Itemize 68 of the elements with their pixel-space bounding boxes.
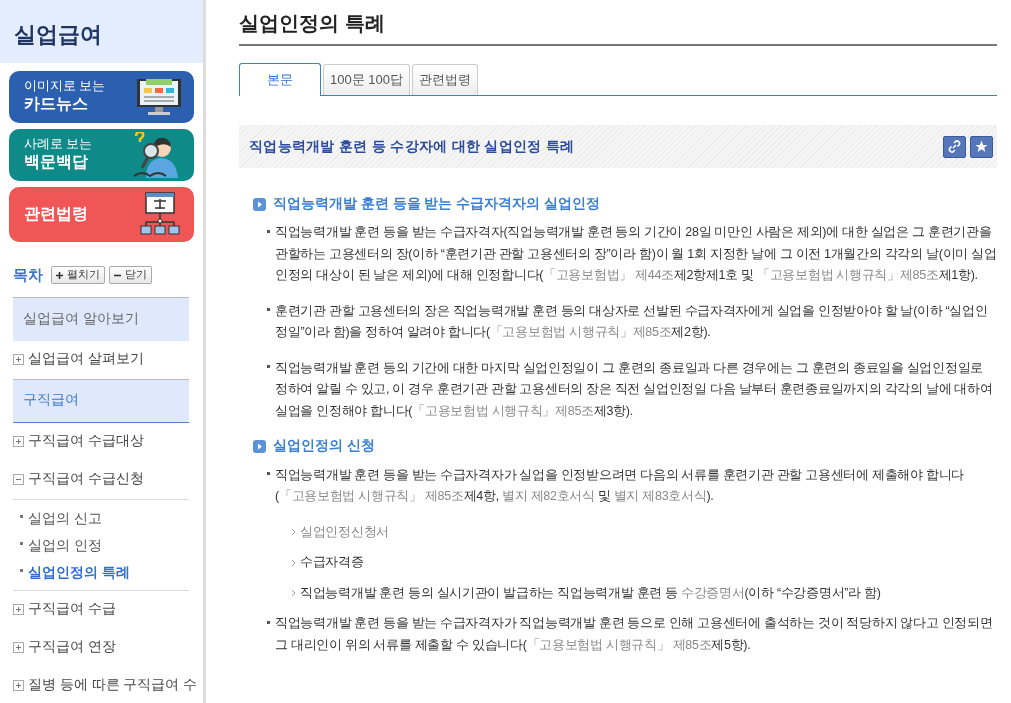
section-title: 직업능력개발 훈련 등 수강자에 대한 실업인정 특례 bbox=[249, 137, 575, 156]
star-icon bbox=[975, 140, 988, 153]
page-title: 실업인정의 특례 bbox=[239, 12, 997, 46]
law-link[interactable]: 별지 제82호서식 bbox=[502, 489, 595, 503]
toc-item[interactable]: 구직급여 수급대상 bbox=[28, 431, 144, 452]
bullet-icon bbox=[267, 308, 270, 312]
expand-icon[interactable] bbox=[13, 680, 24, 691]
law-link[interactable]: 「고용보험법 시행규칙」제85조 bbox=[489, 325, 672, 340]
collapse-all-button[interactable]: 닫기 bbox=[109, 266, 152, 285]
bullet-icon bbox=[267, 229, 270, 233]
law-link[interactable]: 수강증명서 bbox=[681, 585, 745, 600]
bullet-icon bbox=[20, 541, 23, 545]
plus-icon bbox=[56, 271, 63, 279]
chevron-icon bbox=[291, 528, 297, 537]
bullet-icon bbox=[267, 620, 270, 624]
link-button[interactable] bbox=[943, 135, 966, 158]
bullet-icon bbox=[20, 514, 23, 518]
paragraph: 훈련기관 관할 고용센터의 장은 직업능력개발 훈련 등의 대상자로 선발된 수급자격자에게 실업을 인정받아야 할 날(이하 “실업인정일”이라 함)을 정하여 알려야 합니다(「고용보험법 시행규칙」제85조제2항). bbox=[275, 302, 989, 342]
expand-icon[interactable] bbox=[13, 642, 24, 653]
expand-icon[interactable] bbox=[13, 604, 24, 615]
banner-link[interactable]: 사례로 보는 백문백답 bbox=[9, 129, 194, 181]
law-link[interactable]: 실업인정신청서 bbox=[300, 524, 389, 539]
toc-item[interactable]: 구직급여 연장 bbox=[28, 637, 116, 658]
play-icon bbox=[253, 197, 266, 211]
toc-section[interactable]: 실업급여 알아보기 bbox=[13, 296, 189, 341]
news-monitor-icon bbox=[136, 77, 182, 117]
toc-subitem[interactable]: 실업의 인정 bbox=[28, 535, 102, 557]
expand-icon[interactable] bbox=[13, 354, 24, 365]
toc-subitem[interactable]: 실업의 신고 bbox=[28, 508, 102, 530]
expand-all-button[interactable]: 펼치기 bbox=[51, 266, 105, 285]
bullet-icon bbox=[20, 568, 23, 572]
law-link[interactable]: 「고용보험법 시행규칙」제85조 bbox=[412, 403, 594, 418]
document-item: 수급자격증 bbox=[300, 554, 364, 571]
banner-link[interactable]: 관련법령 bbox=[9, 187, 194, 242]
law-link[interactable]: 별지 제83호서식 bbox=[613, 489, 707, 503]
subsection-heading: 직업능력개발 훈련 등을 받는 수급자격자의 실업인정 bbox=[273, 195, 600, 213]
paragraph: 직업능력개발 훈련 등을 받는 수급자격자가 실업을 인정받으려면 다음의 서류를 훈련기관 관할 고용센터에 제출해야 합니다(「고용보험법 시행규칙」 제85조제4항, 별지 제82호서식 및 별지 제83호서식). bbox=[275, 466, 965, 505]
document-item: 직업능력개발 훈련 등의 실시기관이 발급하는 직업능력개발 훈련 등 수강증명서(이하 “수강증명서”라 함) bbox=[300, 584, 881, 602]
law-link[interactable]: 「고용보험법 시행규칙」 제85조 bbox=[526, 637, 712, 652]
toc-label: 목차 bbox=[13, 265, 43, 285]
link-icon bbox=[948, 140, 961, 153]
tab[interactable]: 관련법령 bbox=[412, 64, 478, 95]
paragraph: 직업능력개발 훈련 등을 받는 수급자격자(직업능력개발 훈련 등의 기간이 28일 미만인 사람은 제외)에 대한 실업은 그 훈련기관을 관할하는 고용센터의 장(이하 “훈련기관 관할 고용센터의 장”이라 함)이 월 1회 지정한 날에 그 이전 1개월간의 각각의 날(이미 실업인정의 대상이 된 날은 제외)에 대해 인정합니다(「고용보험법」 제44조제2항제1호 및 「고용보험법 시행규칙」제85조제1항). bbox=[275, 224, 997, 285]
subsection-heading: 실업인정의 신청 bbox=[273, 437, 375, 456]
toc-subitem[interactable]: 실업인정의 특례 bbox=[28, 562, 130, 584]
law-link[interactable]: 「고용보험법」 제44조 bbox=[543, 268, 674, 283]
chevron-icon bbox=[291, 558, 297, 567]
sidebar-title: 실업급여 bbox=[14, 24, 103, 46]
collapse-icon[interactable] bbox=[13, 474, 24, 485]
tab[interactable]: 100문 100답 bbox=[323, 64, 410, 95]
toc-item[interactable]: 구직급여 수급 bbox=[28, 599, 116, 620]
bookmark-button[interactable] bbox=[970, 135, 993, 158]
chevron-icon bbox=[291, 589, 297, 598]
expand-icon[interactable] bbox=[13, 436, 24, 447]
law-link[interactable]: 「고용보험법 시행규칙」 제85조 bbox=[278, 489, 464, 503]
banner-link[interactable]: 이미지로 보는 카드뉴스 bbox=[9, 71, 194, 123]
play-icon bbox=[253, 439, 266, 453]
bullet-icon bbox=[267, 365, 270, 369]
org-chart-icon bbox=[138, 191, 182, 238]
toc-item[interactable]: 실업급여 살펴보기 bbox=[28, 349, 144, 370]
tab[interactable]: 본문 bbox=[239, 63, 321, 96]
toc-item[interactable]: 구직급여 수급신청 bbox=[28, 469, 144, 490]
toc-section[interactable]: 구직급여 bbox=[13, 378, 189, 423]
toc-item[interactable]: 질병 등에 따른 구직급여 수 bbox=[28, 675, 197, 696]
bullet-icon bbox=[267, 472, 270, 476]
paragraph: 직업능력개발 훈련 등의 기간에 대한 마지막 실업인정일이 그 훈련의 종료일과 다른 경우에는 그 훈련의 종료일을 실업인정일로 정하여 알릴 수 있고, 이 경우 훈련기관 관할 고용센터의 장은 직전 실업인정일 다음 날부터 훈련종료일까지의 각각의 날에 대하여 실업을 인정해야 합니다(「고용보험법 시행규칙」제85조제3항). bbox=[275, 359, 994, 420]
law-link[interactable]: 「고용보험법 시행규칙」제85조 bbox=[757, 268, 939, 283]
paragraph: 직업능력개발 훈련 등을 받는 수급자격자가 직업능력개발 훈련 등으로 인해 고용센터에 출석하는 것이 적당하지 않다고 인정되면 그 대리인이 위의 서류를 제출할 수 있습니다(「고용보험법 시행규칙」 제85조제5항). bbox=[275, 615, 994, 654]
